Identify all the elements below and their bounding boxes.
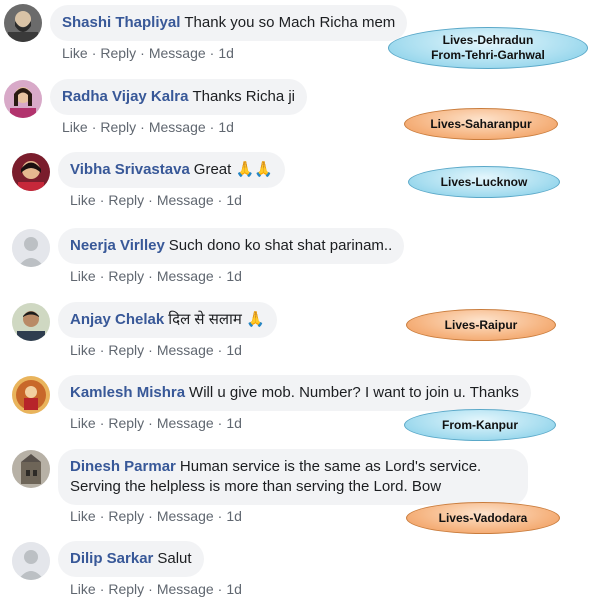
timestamp[interactable]: 1d [218,119,234,135]
comment-text: Such dono ko shat shat parinam.. [168,237,393,254]
message-link[interactable]: Message [157,192,214,208]
location-annotation: Lives-Saharanpur [404,108,558,140]
message-link[interactable]: Message [157,415,214,431]
timestamp[interactable]: 1d [226,268,242,284]
annotation-line: Lives-Dehradun [442,33,534,47]
comment-actions: Like · Reply · Message · 1d [62,45,234,61]
reply-link[interactable]: Reply [108,268,144,284]
location-annotation: Lives-Dehradun From-Tehri-Garhwal [388,27,588,69]
timestamp[interactable]: 1d [226,581,242,597]
deity-avatar[interactable] [12,376,50,414]
reply-link[interactable]: Reply [100,119,136,135]
comment-bubble: Vibha Srivastava Great 🙏🙏 [58,152,285,188]
comment-text: Thanks Richa ji [192,88,295,105]
like-link[interactable]: Like [62,45,88,61]
like-link[interactable]: Like [70,581,96,597]
message-link[interactable]: Message [157,342,214,358]
comment-bubble: Kamlesh Mishra Will u give mob. Number? I… [58,375,531,411]
annotation-line: Lives-Saharanpur [430,116,532,131]
like-link[interactable]: Like [70,342,96,358]
like-link[interactable]: Like [70,415,96,431]
comment-text: दिल से सलाम 🙏 [168,311,265,328]
comment-text: Great 🙏🙏 [193,161,273,178]
woman-avatar[interactable] [4,80,42,118]
annotation-line: Lives-Raipur [444,317,518,332]
annotation-line: From-Kanpur [442,417,518,432]
commenter-name[interactable]: Shashi Thapliyal [62,14,180,31]
person-with-beard-avatar[interactable] [4,4,42,42]
comment-bubble: Anjay Chelak दिल से सलाम 🙏 [58,302,277,338]
timestamp[interactable]: 1d [218,45,234,61]
reply-link[interactable]: Reply [108,192,144,208]
like-link[interactable]: Like [62,119,88,135]
commenter-name[interactable]: Kamlesh Mishra [70,384,185,401]
like-link[interactable]: Like [70,192,96,208]
comment-actions: Like · Reply · Message · 1d [70,342,242,358]
comment-actions: Like · Reply · Message · 1d [62,119,234,135]
timestamp[interactable]: 1d [226,508,242,524]
comment-text: Will u give mob. Number? I want to join … [189,384,519,401]
location-annotation: Lives-Vadodara [406,502,560,534]
comment-actions: Like · Reply · Message · 1d [70,192,242,208]
default-silhouette-avatar[interactable] [12,542,50,580]
message-link[interactable]: Message [149,119,206,135]
reply-link[interactable]: Reply [100,45,136,61]
location-annotation: Lives-Lucknow [408,166,560,198]
comment-text: Thank you so Mach Richa mem [184,14,396,31]
message-link[interactable]: Message [157,268,214,284]
building-avatar[interactable] [12,450,50,488]
like-link[interactable]: Like [70,268,96,284]
reply-link[interactable]: Reply [108,415,144,431]
comment-bubble: Neerja Virlley Such dono ko shat shat par… [58,228,405,264]
commenter-name[interactable]: Vibha Srivastava [70,161,190,178]
like-link[interactable]: Like [70,508,96,524]
message-link[interactable]: Message [157,508,214,524]
comment-bubble: Dilip Sarkar Salut [58,541,204,577]
timestamp[interactable]: 1d [226,342,242,358]
reply-link[interactable]: Reply [108,581,144,597]
annotation-line: Lives-Vadodara [438,510,528,525]
reply-link[interactable]: Reply [108,508,144,524]
woman-red-avatar[interactable] [12,153,50,191]
comment-actions: Like · Reply · Message · 1d [70,581,242,597]
default-silhouette-avatar[interactable] [12,229,50,267]
timestamp[interactable]: 1d [226,192,242,208]
reply-link[interactable]: Reply [108,342,144,358]
comment-text: Salut [157,550,192,567]
commenter-name[interactable]: Neerja Virlley [70,237,165,254]
commenter-name[interactable]: Radha Vijay Kalra [62,88,188,105]
message-link[interactable]: Message [157,581,214,597]
commenter-name[interactable]: Dilip Sarkar [70,550,153,567]
timestamp[interactable]: 1d [226,415,242,431]
annotation-line: Lives-Lucknow [440,174,528,189]
comment-bubble: Shashi Thapliyal Thank you so Mach Richa … [50,5,408,41]
commenter-name[interactable]: Dinesh Parmar [70,458,176,475]
comment-bubble: Radha Vijay Kalra Thanks Richa ji [50,79,307,115]
comment-actions: Like · Reply · Message · 1d [70,268,242,284]
comment-actions: Like · Reply · Message · 1d [70,508,242,524]
annotation-line: From-Tehri-Garhwal [431,48,545,62]
location-annotation: From-Kanpur [404,409,556,441]
man-avatar[interactable] [12,303,50,341]
message-link[interactable]: Message [149,45,206,61]
commenter-name[interactable]: Anjay Chelak [70,311,164,328]
location-annotation: Lives-Raipur [406,309,556,341]
comment-actions: Like · Reply · Message · 1d [70,415,242,431]
comment-bubble: Dinesh Parmar Human service is the same a… [58,449,528,505]
